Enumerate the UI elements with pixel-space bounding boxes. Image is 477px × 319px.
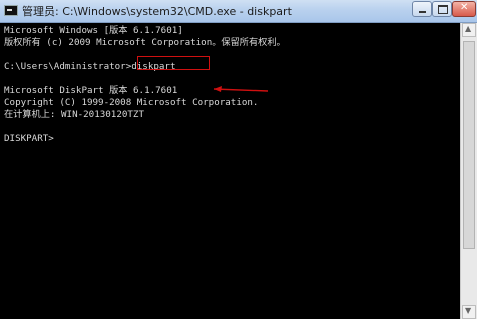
maximize-button[interactable]	[432, 1, 452, 17]
console-output[interactable]: Microsoft Windows [版本 6.1.7601] 版权所有 (c)…	[0, 23, 460, 319]
command-prompt-window: 管理员: C:\Windows\system32\CMD.exe - diskp…	[0, 0, 477, 319]
console-line: Microsoft DiskPart 版本 6.1.7601	[4, 85, 178, 96]
title-bar[interactable]: 管理员: C:\Windows\system32\CMD.exe - diskp…	[0, 0, 477, 23]
vertical-scrollbar[interactable]	[460, 23, 477, 319]
console-prompt: DISKPART>	[4, 133, 54, 144]
highlight-box	[137, 56, 210, 70]
minimize-button[interactable]	[412, 1, 432, 17]
console-line: 在计算机上: WIN-20130120TZT	[4, 109, 144, 120]
annotation-arrow	[212, 83, 270, 99]
scroll-up-button[interactable]	[462, 23, 476, 37]
window-title: 管理员: C:\Windows\system32\CMD.exe - diskp…	[22, 5, 292, 18]
cmd-app-icon	[4, 5, 18, 16]
scrollbar-thumb[interactable]	[463, 41, 475, 249]
close-button[interactable]	[452, 1, 476, 17]
scroll-down-button[interactable]	[462, 305, 476, 319]
console-line: Microsoft Windows [版本 6.1.7601]	[4, 25, 183, 36]
console-line: 版权所有 (c) 2009 Microsoft Corporation。保留所有…	[4, 37, 286, 48]
